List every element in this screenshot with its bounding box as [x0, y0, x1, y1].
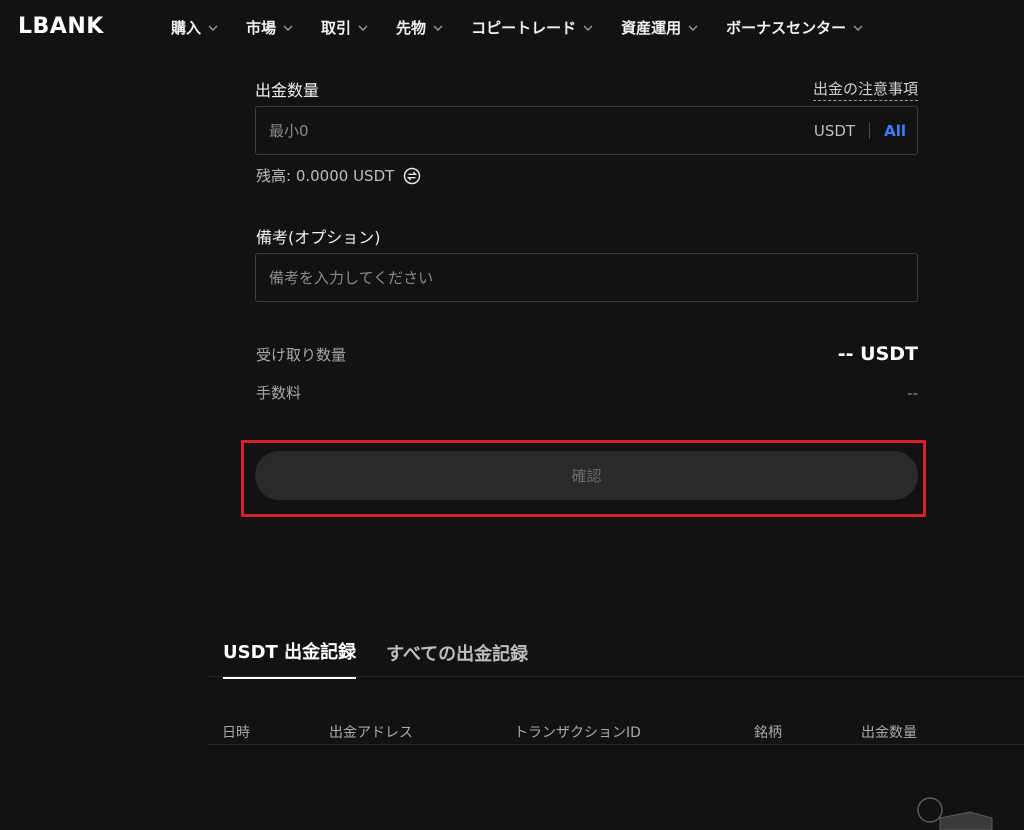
amount-input[interactable] [267, 120, 814, 141]
amount-label-row: 出金数量 出金の注意事項 [255, 77, 918, 101]
balance-row: 残高: 0.0000 USDT [256, 165, 421, 186]
amount-label: 出金数量 [255, 81, 320, 100]
chevron-down-icon [358, 25, 368, 31]
nav-item-label: 資産運用 [621, 19, 682, 37]
chevron-down-icon [208, 25, 218, 31]
nav-item-earn[interactable]: 資産運用 [621, 17, 699, 38]
column-header-txid: トランザクションID [514, 725, 641, 741]
nav-item-label: コピートレード [471, 19, 577, 37]
nav-item-buy[interactable]: 購入 [171, 17, 219, 38]
chevron-down-icon [688, 25, 698, 31]
confirm-button[interactable]: 確認 [255, 451, 918, 500]
nav-item-futures[interactable]: 先物 [396, 17, 444, 38]
table-divider [207, 744, 1024, 745]
receive-amount-label: 受け取り数量 [256, 345, 347, 364]
fee-value: -- [907, 383, 918, 402]
remark-input[interactable] [267, 267, 906, 288]
nav-menu: 購入 市場 取引 先物 コピートレード 資産運用 ボーナスセンター [171, 17, 891, 38]
chevron-down-icon [283, 25, 293, 31]
nav-item-copy-trade[interactable]: コピートレード [471, 17, 594, 38]
column-header-coin: 銘柄 [754, 725, 782, 741]
nav-item-trade[interactable]: 取引 [321, 17, 369, 38]
chevron-down-icon [853, 25, 863, 31]
chevron-down-icon [433, 25, 443, 31]
nav-item-label: 購入 [171, 19, 202, 37]
divider [869, 122, 871, 139]
nav-item-label: 取引 [321, 19, 352, 37]
column-header-datetime: 日時 [222, 725, 250, 741]
withdraw-notice-link[interactable]: 出金の注意事項 [812, 78, 918, 101]
empty-state-illustration [917, 797, 993, 830]
remark-label: 備考(オプション) [256, 228, 381, 247]
remark-input-box[interactable] [255, 253, 918, 302]
all-button[interactable]: All [884, 122, 906, 140]
nav-item-bonus-center[interactable]: ボーナスセンター [726, 17, 864, 38]
tab-all-records[interactable]: すべての出金記録 [386, 640, 528, 679]
records-tabs: USDT 出金記録 すべての出金記録 [223, 638, 558, 679]
receive-amount-row: 受け取り数量 -- USDT [256, 343, 918, 365]
lbank-logo[interactable]: LBANK [18, 14, 104, 39]
transfer-icon[interactable] [403, 167, 421, 185]
receive-amount-value: -- USDT [837, 343, 918, 365]
tab-usdt-records[interactable]: USDT 出金記録 [223, 638, 357, 679]
chevron-down-icon [583, 25, 593, 31]
top-navigation: LBANK 購入 市場 取引 先物 コピートレード 資産運用 ボーナスセンター [0, 0, 1024, 56]
nav-item-label: ボーナスセンター [726, 19, 847, 37]
nav-item-label: 市場 [246, 19, 277, 37]
amount-unit: USDT [813, 121, 856, 140]
column-header-address: 出金アドレス [329, 725, 413, 741]
nav-item-label: 先物 [396, 19, 427, 37]
tabs-divider [207, 676, 1024, 677]
column-header-amount: 出金数量 [861, 725, 917, 741]
fee-label: 手数料 [256, 384, 302, 402]
balance-text: 残高: 0.0000 USDT [256, 167, 395, 185]
amount-input-box[interactable]: USDT All [255, 106, 918, 155]
nav-item-markets[interactable]: 市場 [246, 17, 294, 38]
fee-row: 手数料 -- [256, 382, 918, 403]
